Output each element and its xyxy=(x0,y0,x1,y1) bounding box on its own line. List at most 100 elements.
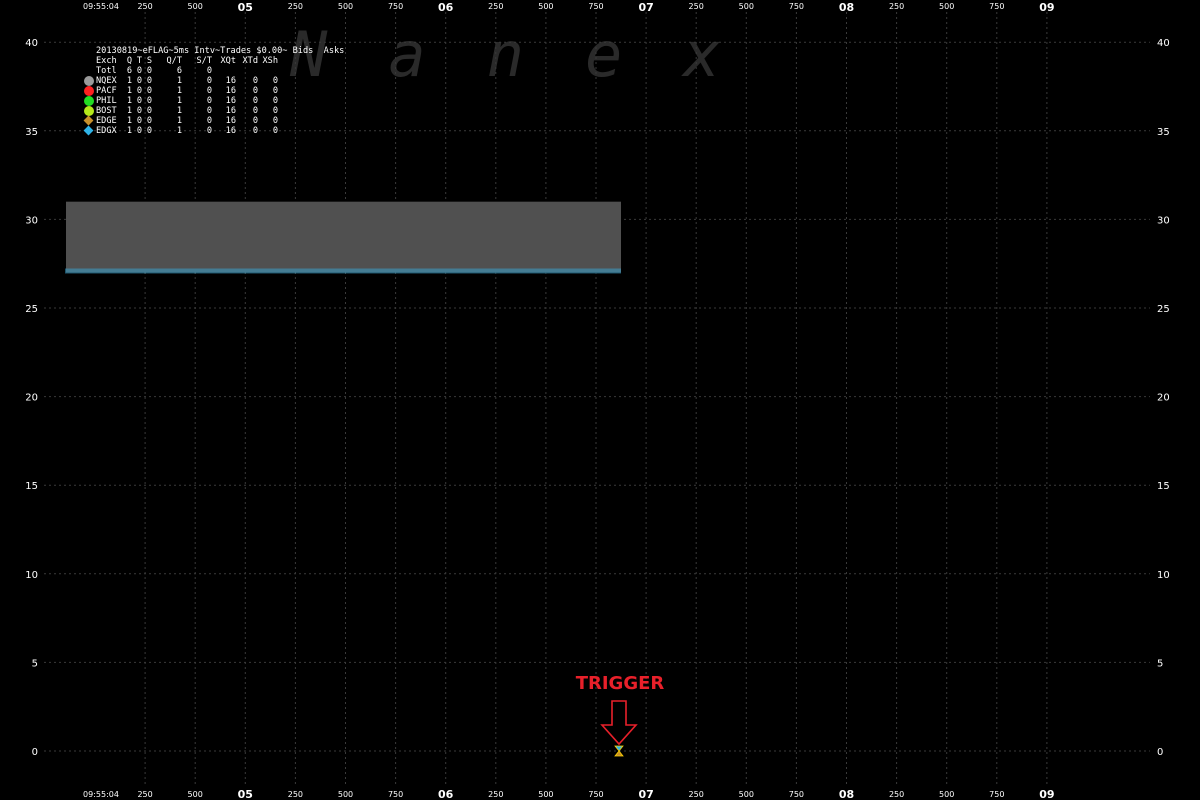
legend-cell: 1 xyxy=(126,106,132,116)
legend-cell: 0 xyxy=(272,86,278,96)
x-tick-label-top: 09:55:04 xyxy=(83,2,119,11)
legend-cell: 0 xyxy=(252,116,258,126)
legend-cell: XQt xyxy=(220,56,236,66)
legend-cell: 1 xyxy=(176,126,182,136)
legend-cell: 1 xyxy=(126,116,132,126)
trade-marker xyxy=(614,745,624,752)
x-tick-label-top: 250 xyxy=(889,2,904,11)
legend-cell: 0 xyxy=(272,116,278,126)
x-tick-label-bottom: 500 xyxy=(739,790,754,799)
y-tick-label-right: 0 xyxy=(1157,747,1163,758)
legend-cell: 1 xyxy=(126,76,132,86)
legend-cell: 0 xyxy=(206,106,212,116)
y-tick-label-left: 40 xyxy=(25,38,38,49)
legend-cell: 1 xyxy=(126,86,132,96)
x-tick-label-bottom: 250 xyxy=(488,790,503,799)
legend-table: Exch Q T S Q/T S/T XQt XTd XSh Totl 6 0 0 6 0 NQEX 1 0 0 1 0… xyxy=(83,56,344,136)
legend-cell: 1 xyxy=(176,116,182,126)
legend-cell: EDGE xyxy=(96,116,117,126)
x-tick-label-top: 750 xyxy=(388,2,403,11)
legend-cell: 0 xyxy=(206,126,212,136)
diamond-marker-icon xyxy=(83,115,94,126)
legend-cell: 0 xyxy=(136,126,142,136)
legend-cell: 0 xyxy=(206,86,212,96)
y-tick-label-right: 40 xyxy=(1157,38,1170,49)
x-tick-label-bottom: 250 xyxy=(288,790,303,799)
diamond-marker-icon xyxy=(83,125,94,136)
chart-title: 20130819~eFLAG~5ms Intv~Trades $0.00~ Bi… xyxy=(96,46,345,56)
y-tick-label-right: 20 xyxy=(1157,393,1170,404)
x-tick-label-top: 750 xyxy=(789,2,804,11)
legend-cell: Q/T xyxy=(166,56,182,66)
x-tick-label-top: 500 xyxy=(188,2,203,11)
legend-cell: S/T xyxy=(196,56,212,66)
legend-cell: Exch xyxy=(96,56,117,66)
legend-cell: 1 xyxy=(126,126,132,136)
y-tick-label-left: 5 xyxy=(32,658,38,669)
x-tick-label-top: 500 xyxy=(338,2,353,11)
y-tick-label-right: 10 xyxy=(1157,570,1170,581)
x-tick-label-bottom: 05 xyxy=(238,788,253,800)
x-tick-label-top: 09 xyxy=(1039,1,1054,14)
legend-cell: 1 xyxy=(176,76,182,86)
legend-cell: 1 xyxy=(176,96,182,106)
trade-marker-lower xyxy=(614,750,624,757)
legend-cell: 0 xyxy=(272,106,278,116)
legend-marker xyxy=(84,96,96,106)
legend-cell: 1 xyxy=(176,106,182,116)
x-tick-label-bottom: 250 xyxy=(137,790,152,799)
legend-row-phil: PHIL 1 0 0 1 0 16 0 0 xyxy=(84,96,344,106)
legend-cell: T xyxy=(136,56,142,66)
legend-cell: 16 xyxy=(225,106,236,116)
y-tick-label-left: 35 xyxy=(25,127,38,138)
x-tick-label-bottom: 750 xyxy=(789,790,804,799)
x-tick-label-bottom: 500 xyxy=(538,790,553,799)
legend-cell: 0 xyxy=(272,126,278,136)
legend-cell: S xyxy=(146,56,152,66)
y-tick-label-left: 25 xyxy=(25,304,38,315)
circle-marker-icon xyxy=(84,106,94,116)
legend-cell: 0 xyxy=(146,76,152,86)
trigger-label: TRIGGER xyxy=(575,673,665,694)
legend-cell: XTd xyxy=(242,56,258,66)
legend-total-row: Totl 6 0 0 6 0 xyxy=(84,66,344,76)
legend-cell: 0 xyxy=(272,96,278,106)
legend-cell: 1 xyxy=(126,96,132,106)
y-tick-label-right: 15 xyxy=(1157,481,1170,492)
x-tick-label-bottom: 06 xyxy=(438,788,454,800)
legend-cell: 6 xyxy=(126,66,132,76)
legend-cell: 0 xyxy=(252,86,258,96)
circle-marker-icon xyxy=(84,86,94,96)
legend-row-edge: EDGE 1 0 0 1 0 16 0 0 xyxy=(83,115,344,126)
legend-cell: 0 xyxy=(146,86,152,96)
legend-cell: Totl xyxy=(96,66,117,76)
legend-cell: NQEX xyxy=(96,76,117,86)
x-tick-label-top: 750 xyxy=(588,2,603,11)
x-tick-label-bottom: 07 xyxy=(638,788,653,800)
y-tick-label-right: 35 xyxy=(1157,127,1170,138)
x-tick-label-bottom: 08 xyxy=(839,788,854,800)
x-tick-label-bottom: 250 xyxy=(689,790,704,799)
legend-cell: 16 xyxy=(225,116,236,126)
y-tick-label-right: 25 xyxy=(1157,304,1170,315)
x-tick-label-bottom: 500 xyxy=(939,790,954,799)
legend-cell: 16 xyxy=(225,86,236,96)
legend-marker xyxy=(83,115,96,126)
legend-header-row: Exch Q T S Q/T S/T XQt XTd XSh xyxy=(84,56,344,66)
x-tick-label-bottom: 750 xyxy=(989,790,1004,799)
legend-cell: 16 xyxy=(225,126,236,136)
legend-cell: 0 xyxy=(252,96,258,106)
legend-marker xyxy=(83,125,96,136)
legend-marker xyxy=(84,106,96,116)
legend-cell: 0 xyxy=(136,96,142,106)
legend-cell: 0 xyxy=(252,106,258,116)
x-tick-label-top: 250 xyxy=(689,2,704,11)
y-tick-label-right: 30 xyxy=(1157,215,1170,226)
x-tick-label-top: 250 xyxy=(288,2,303,11)
legend-row-pacf: PACF 1 0 0 1 0 16 0 0 xyxy=(84,86,344,96)
legend-cell: 0 xyxy=(206,96,212,106)
legend-row-edgx: EDGX 1 0 0 1 0 16 0 0 xyxy=(83,125,344,136)
legend-marker xyxy=(84,56,96,66)
legend-cell: 0 xyxy=(136,76,142,86)
legend-cell: 0 xyxy=(146,106,152,116)
